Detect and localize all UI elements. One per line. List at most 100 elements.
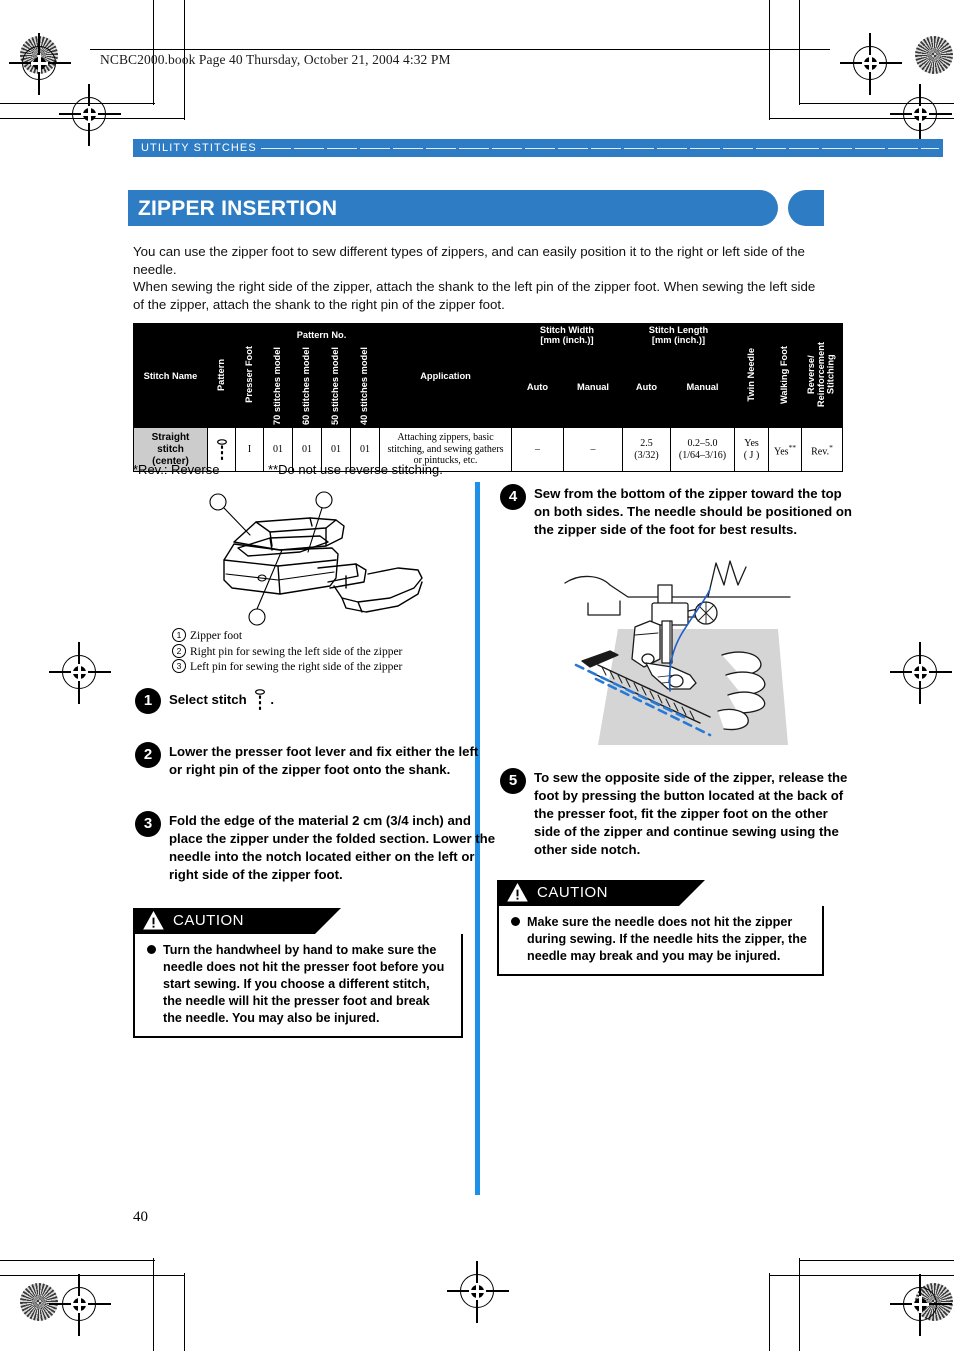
registration-mark: [447, 1261, 509, 1323]
step-number: 1: [135, 688, 161, 714]
registration-mark: [49, 1274, 111, 1336]
registration-mark: [9, 33, 71, 95]
th-stitch-length: Stitch Length [mm (inch.)]: [622, 323, 735, 347]
cell-length-auto: 2.5 (3/32): [622, 427, 671, 473]
callout-text: Left pin for sewing the right side of th…: [190, 661, 403, 673]
crop-mark-line: [153, 1258, 155, 1351]
intro-text: You can use the zipper foot to sew diffe…: [133, 243, 825, 313]
th-presser-foot: Presser Foot: [235, 322, 264, 429]
crop-mark-line: [0, 1275, 185, 1277]
running-head-rule: [90, 49, 830, 50]
th-width-manual: Manual: [563, 345, 623, 429]
callout-text: Zipper foot: [190, 630, 243, 642]
intro-paragraph-1: You can use the zipper foot to sew diffe…: [133, 244, 805, 277]
callout-text: Right pin for sewing the left side of th…: [190, 645, 403, 658]
th-reverse-reinforcement: Reverse/ Reinforcement Stitching: [801, 322, 843, 429]
page-number: 40: [133, 1209, 148, 1225]
bullet-icon: [147, 945, 156, 954]
list-item: 3 Left pin for sewing the right side of t…: [172, 659, 402, 675]
crop-mark-line: [769, 0, 771, 120]
list-item: 2 Right pin for sewing the left side of t…: [172, 643, 403, 660]
table-footnote-right: **Do not use reverse stitching.: [268, 462, 443, 477]
callout-number: 2: [172, 643, 186, 658]
caution-header: CAUTION: [497, 880, 705, 906]
page-title: ZIPPER INSERTION: [138, 197, 338, 220]
sewing-machine-illustration: [564, 560, 791, 745]
crop-mark-line: [799, 0, 801, 105]
cell-width-manual: –: [563, 427, 623, 473]
step-text: Fold the edge of the material 2 cm (3/4 …: [169, 813, 496, 882]
straight-stitch-icon: [216, 438, 227, 460]
document-page: NCBC2000.book Page 40 Thursday, October …: [0, 0, 954, 1351]
table-header-row-1: Stitch Name Pattern Presser Foot Pattern…: [133, 322, 843, 429]
cell-width-auto: –: [511, 427, 564, 473]
cell-presser-foot: I: [235, 427, 264, 473]
th-pattern-no: Pattern No.: [263, 323, 380, 347]
caution-body: Turn the handwheel by hand to make sure …: [133, 934, 463, 1038]
section-banner: UTILITY STITCHES: [133, 139, 943, 157]
step-text: Lower the presser foot lever and fix eit…: [169, 744, 479, 777]
th-length-manual: Manual: [670, 345, 735, 429]
cell-length-manual: 0.2–5.0 (1/64–3/16): [670, 427, 735, 473]
step-text: Sew from the bottom of the zipper toward…: [534, 486, 852, 537]
crop-mark-line: [0, 1260, 155, 1262]
section-rule-mask: [261, 146, 939, 151]
caution-header: CAUTION: [133, 908, 341, 934]
th-model-40: 40 stitches model: [350, 345, 380, 429]
print-density-dot: [915, 36, 953, 74]
caution-text: Make sure the needle does not hit the zi…: [527, 915, 807, 963]
registration-mark: [59, 84, 121, 146]
registration-mark: [840, 33, 902, 95]
step-number: 3: [135, 811, 161, 837]
section-label: UTILITY STITCHES: [141, 142, 257, 154]
crop-mark-line: [184, 1273, 186, 1351]
intro-paragraph-2: When sewing the right side of the zipper…: [133, 279, 816, 312]
page-title-bar: ZIPPER INSERTION: [128, 190, 778, 226]
cell-walking-foot: Yes**: [768, 427, 802, 473]
crop-mark-line: [800, 1260, 954, 1262]
straight-stitch-icon: [255, 689, 266, 710]
callout-number: 1: [172, 628, 186, 642]
caution-label: CAUTION: [537, 884, 608, 901]
warning-triangle-icon: [507, 883, 528, 902]
step-text: To sew the opposite side of the zipper, …: [534, 770, 848, 857]
caution-box-right: CAUTION Make sure the needle does not hi…: [497, 880, 824, 976]
callout-number: 3: [172, 659, 186, 673]
crop-mark-line: [769, 1273, 771, 1351]
th-pattern: Pattern: [207, 322, 236, 429]
th-length-auto: Auto: [622, 345, 671, 429]
cell-twin-needle: Yes ( J ): [734, 427, 769, 473]
th-stitch-width: Stitch Width [mm (inch.)]: [511, 323, 623, 347]
th-model-50: 50 stitches model: [321, 345, 351, 429]
step-number: 4: [500, 484, 526, 510]
crop-mark-line: [770, 1275, 954, 1277]
step-number: 5: [500, 768, 526, 794]
th-stitch-name: Stitch Name: [133, 322, 208, 429]
th-model-60: 60 stitches model: [292, 345, 322, 429]
stitch-spec-table: Stitch Name Pattern Presser Foot Pattern…: [133, 322, 843, 473]
table-row: Straight stitch (center) I 01 01 01 01 A…: [133, 427, 843, 473]
th-width-auto: Auto: [511, 345, 564, 429]
figure-callout-captions: 1 Zipper foot 2 Right pin for sewing the l…: [172, 628, 402, 675]
th-twin-needle: Twin Needle: [734, 322, 769, 429]
crop-mark-line: [799, 1258, 801, 1351]
warning-triangle-icon: [143, 911, 164, 930]
list-item: 1 Zipper foot: [172, 628, 402, 644]
th-walking-foot: Walking Foot: [768, 322, 802, 429]
step-text: Select stitch .: [169, 689, 274, 711]
th-application: Application: [379, 322, 512, 429]
caution-body: Make sure the needle does not hit the zi…: [497, 906, 824, 976]
bullet-icon: [511, 917, 520, 926]
step-number: 2: [135, 742, 161, 768]
print-density-dot: [20, 1283, 58, 1321]
registration-mark: [49, 642, 111, 704]
zipper-foot-illustration: [209, 491, 423, 626]
registration-mark: [890, 84, 952, 146]
table-footnote-left: *Rev.: Reverse: [133, 462, 220, 477]
page-title-tab: [788, 190, 824, 226]
caution-text: Turn the handwheel by hand to make sure …: [163, 943, 445, 1025]
registration-mark: [890, 1274, 952, 1336]
registration-mark: [890, 642, 952, 704]
cell-reverse: Rev.*: [801, 427, 843, 473]
running-head: NCBC2000.book Page 40 Thursday, October …: [100, 52, 451, 67]
